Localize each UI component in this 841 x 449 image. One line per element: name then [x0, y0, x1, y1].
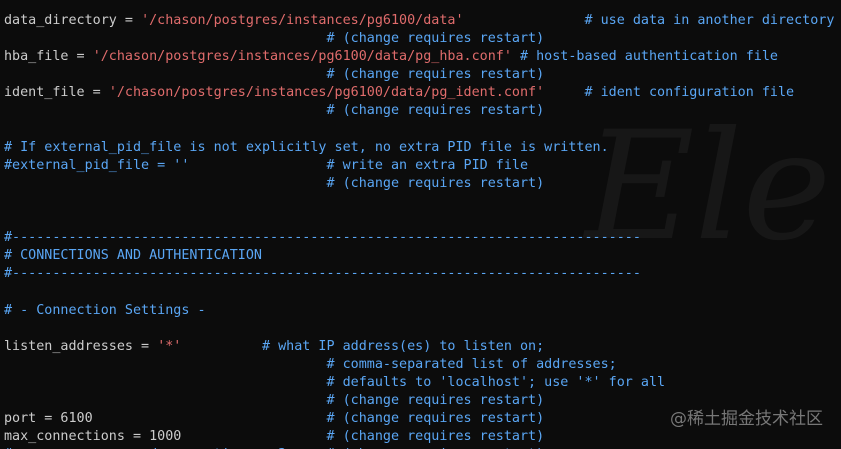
config-line: #external_pid_file = '' # write an extra…	[4, 157, 834, 175]
terminal-window[interactable]: Ele data_directory = '/chason/postgres/i…	[0, 0, 841, 449]
config-value-string: '/chason/postgres/instances/pg6100/data/…	[92, 49, 512, 65]
config-file-text[interactable]: data_directory = '/chason/postgres/insta…	[4, 12, 834, 449]
config-line: max_connections = 1000 # (change require…	[4, 428, 834, 446]
config-comment: # what IP address(es) to listen on;	[181, 338, 545, 354]
config-setting-text: listen_addresses =	[4, 338, 158, 354]
config-comment: # comma-separated list of addresses;	[4, 356, 617, 372]
config-setting-text: port = 6100	[4, 411, 93, 427]
config-line: # - Connection Settings -	[4, 302, 834, 320]
config-value-string: '/chason/postgres/instances/pg6100/data'	[141, 13, 464, 28]
config-comment: # (change requires restart)	[4, 392, 545, 408]
config-comment: # (change requires restart)	[4, 103, 545, 119]
config-line: # (change requires restart)	[4, 66, 834, 84]
config-line	[4, 193, 834, 211]
config-line: # (change requires restart)	[4, 102, 834, 120]
config-comment: #---------------------------------------…	[4, 266, 641, 282]
config-comment: # (change requires restart)	[4, 31, 545, 47]
config-line: # CONNECTIONS AND AUTHENTICATION	[4, 247, 834, 265]
config-comment: #external_pid_file = '' # write an extra…	[4, 157, 529, 173]
config-line: ident_file = '/chason/postgres/instances…	[4, 84, 834, 102]
config-value-string: '/chason/postgres/instances/pg6100/data/…	[108, 85, 545, 101]
watermark-text: @稀土掘金技术社区	[670, 409, 823, 429]
config-comment: # (change requires restart)	[4, 67, 545, 83]
config-line: # If external_pid_file is not explicitly…	[4, 139, 834, 157]
config-line	[4, 211, 834, 229]
config-line: # comma-separated list of addresses;	[4, 356, 834, 374]
config-setting-text: ident_file =	[4, 85, 109, 101]
config-comment: # host-based authentication file	[511, 49, 778, 65]
config-line	[4, 283, 834, 301]
config-line: hba_file = '/chason/postgres/instances/p…	[4, 48, 834, 66]
config-line: data_directory = '/chason/postgres/insta…	[4, 12, 834, 30]
config-comment: # - Connection Settings -	[4, 302, 206, 318]
config-setting-text: hba_file =	[4, 49, 93, 65]
config-line: # defaults to 'localhost'; use '*' for a…	[4, 374, 834, 392]
config-line: listen_addresses = '*' # what IP address…	[4, 338, 834, 356]
config-comment: # ident configuration file	[544, 85, 795, 101]
config-setting-text: max_connections = 1000	[4, 429, 182, 445]
config-comment: # (change requires restart)	[181, 429, 545, 445]
config-line: # (change requires restart)	[4, 30, 834, 48]
config-comment: # If external_pid_file is not explicitly…	[4, 139, 609, 155]
config-comment: #---------------------------------------…	[4, 230, 641, 246]
config-comment: # (change requires restart)	[92, 411, 545, 427]
config-comment: # CONNECTIONS AND AUTHENTICATION	[4, 248, 262, 264]
config-line: #---------------------------------------…	[4, 229, 834, 247]
config-line: #---------------------------------------…	[4, 265, 834, 283]
config-setting-text: data_directory =	[4, 13, 142, 28]
config-comment: # (change requires restart)	[4, 175, 545, 191]
config-comment: # defaults to 'localhost'; use '*' for a…	[4, 374, 666, 390]
config-comment: # use data in another directory	[463, 13, 835, 28]
config-value-string: '*'	[157, 338, 182, 354]
config-line	[4, 320, 834, 338]
config-line: # (change requires restart)	[4, 175, 834, 193]
config-line	[4, 121, 834, 139]
